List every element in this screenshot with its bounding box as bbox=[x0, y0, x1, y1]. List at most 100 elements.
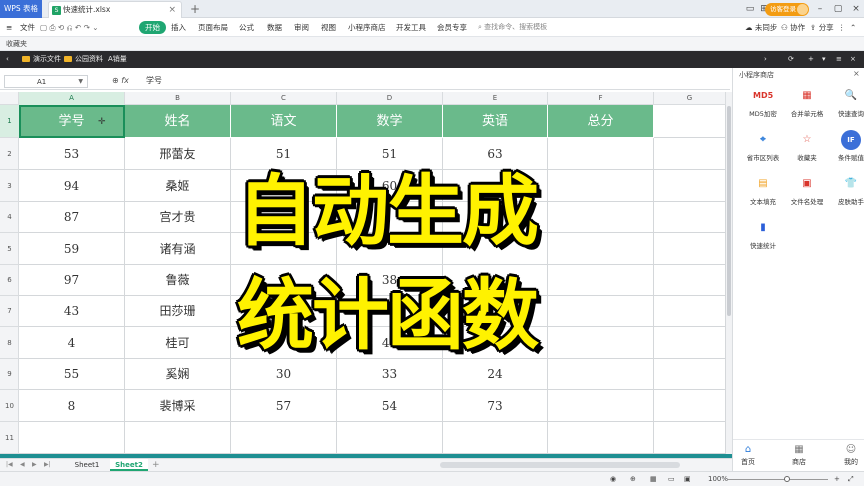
tab-formula[interactable]: 公式 bbox=[239, 18, 254, 37]
table-cell[interactable]: 87 bbox=[19, 202, 125, 233]
table-cell[interactable]: 邢蕾友 bbox=[125, 138, 231, 170]
row-header-4[interactable]: 4 bbox=[0, 202, 19, 233]
zoom-slider-knob[interactable] bbox=[784, 476, 790, 482]
empty-cell[interactable] bbox=[654, 138, 726, 170]
table-cell[interactable]: 73 bbox=[443, 390, 548, 422]
tab-home[interactable]: 开始 bbox=[139, 21, 166, 34]
zoom-in-icon[interactable]: + bbox=[834, 472, 840, 486]
name-box[interactable]: A1 ▼ bbox=[4, 75, 88, 88]
table-cell[interactable] bbox=[443, 202, 548, 233]
panel-nav-store[interactable]: ▦ 商店 bbox=[784, 444, 814, 467]
table-cell[interactable]: 54 bbox=[337, 390, 443, 422]
table-cell[interactable]: 诸有涵 bbox=[125, 233, 231, 265]
spreadsheet-grid[interactable]: 学号 姓名 语文 数学 英语 总分 53 邢蕾友 51 51 63 94 桑姬 60 87 宫才贵 59 诸有涵 9… bbox=[19, 105, 726, 454]
table-cell[interactable] bbox=[548, 202, 654, 233]
empty-cell[interactable] bbox=[548, 422, 654, 454]
table-cell[interactable]: 60 bbox=[337, 170, 443, 202]
refresh-icon[interactable]: ⟳ bbox=[788, 51, 794, 68]
table-cell[interactable]: 裴博采 bbox=[125, 390, 231, 422]
reading-mode-icon[interactable]: ▣ bbox=[684, 472, 691, 486]
panel-item[interactable]: ▣ 文件名处理 bbox=[785, 174, 829, 214]
row-header-7[interactable]: 7 bbox=[0, 296, 19, 327]
document-tab[interactable]: S 快速统计.xlsx × bbox=[48, 1, 182, 18]
table-cell[interactable]: 94 bbox=[19, 170, 125, 202]
tab-view[interactable]: 视图 bbox=[321, 18, 336, 37]
minimize-icon[interactable]: – bbox=[812, 0, 828, 18]
tab-review[interactable]: 审阅 bbox=[294, 18, 309, 37]
table-cell[interactable] bbox=[443, 233, 548, 265]
tab-insert[interactable]: 插入 bbox=[171, 18, 186, 37]
panel-item[interactable]: 🔍 快速查询 bbox=[829, 86, 864, 126]
scrollbar-thumb[interactable] bbox=[727, 106, 731, 316]
column-header-b[interactable]: B bbox=[125, 92, 231, 105]
panel-item[interactable]: ▦ 合并单元格 bbox=[785, 86, 829, 126]
column-header-a[interactable]: A bbox=[19, 92, 125, 105]
row-header-10[interactable]: 10 bbox=[0, 390, 19, 422]
table-cell[interactable] bbox=[337, 233, 443, 265]
table-cell[interactable]: 59 bbox=[19, 233, 125, 265]
column-header-c[interactable]: C bbox=[231, 92, 337, 105]
page-layout-icon[interactable]: ▦ bbox=[650, 472, 657, 486]
new-tab-icon[interactable]: + bbox=[190, 0, 200, 18]
sheet-tab-1[interactable]: Sheet1 bbox=[68, 459, 106, 471]
empty-cell[interactable] bbox=[654, 422, 726, 454]
bookmark-item-3[interactable]: A销量 bbox=[108, 51, 127, 68]
more-icon[interactable]: ⋮ bbox=[838, 18, 846, 37]
table-cell[interactable]: 55 bbox=[19, 359, 125, 390]
command-search[interactable]: ⌕ 查找命令、搜索模板 bbox=[478, 21, 568, 34]
empty-cell[interactable] bbox=[654, 327, 726, 359]
table-cell[interactable] bbox=[443, 265, 548, 296]
add-bookmark-icon[interactable]: + bbox=[808, 51, 814, 68]
table-cell[interactable]: 63 bbox=[443, 138, 548, 170]
table-cell[interactable] bbox=[231, 170, 337, 202]
favorites-label[interactable]: 收藏夹 bbox=[6, 40, 27, 48]
empty-cell[interactable] bbox=[654, 265, 726, 296]
table-cell[interactable]: 鲁薇 bbox=[125, 265, 231, 296]
table-cell[interactable]: 97 bbox=[19, 265, 125, 296]
collab-button[interactable]: ⚇ 协作 bbox=[781, 18, 805, 37]
panel-item[interactable]: IF 条件赋值 bbox=[829, 130, 864, 170]
fullscreen-icon[interactable]: ⤢ bbox=[848, 472, 854, 486]
table-cell[interactable]: 8 bbox=[19, 390, 125, 422]
table-cell[interactable] bbox=[443, 296, 548, 327]
layout-normal-icon[interactable]: ⊕ bbox=[630, 472, 636, 486]
table-cell[interactable]: 奚娴 bbox=[125, 359, 231, 390]
bookmark-list-icon[interactable]: ≡ bbox=[836, 51, 842, 68]
empty-cell[interactable] bbox=[19, 422, 125, 454]
table-cell[interactable] bbox=[231, 296, 337, 327]
eye-icon[interactable]: ◉ bbox=[610, 472, 616, 486]
tab-page-layout[interactable]: 页面布局 bbox=[198, 18, 228, 37]
row-header-8[interactable]: 8 bbox=[0, 327, 19, 359]
quick-tools-icon[interactable]: ▢ ⎙ ⟲ ⎌ ↶ ↷ ⌄ bbox=[40, 18, 99, 37]
menu-file[interactable]: 文件 bbox=[20, 18, 35, 37]
row-header-5[interactable]: 5 bbox=[0, 233, 19, 265]
next-sheet-icon[interactable]: ▶ bbox=[32, 459, 37, 471]
first-sheet-icon[interactable]: |◀ bbox=[6, 459, 13, 471]
panel-nav-mine[interactable]: ☺ 我的 bbox=[836, 444, 864, 467]
prev-sheet-icon[interactable]: ◀ bbox=[20, 459, 25, 471]
table-cell[interactable] bbox=[548, 359, 654, 390]
table-cell[interactable]: 44 bbox=[337, 327, 443, 359]
header-cell[interactable]: 数学 bbox=[337, 105, 443, 138]
share-button[interactable]: ⇪ 分享 bbox=[810, 18, 834, 37]
empty-cell[interactable] bbox=[443, 422, 548, 454]
row-header-3[interactable]: 3 bbox=[0, 170, 19, 202]
table-cell[interactable]: 24 bbox=[443, 359, 548, 390]
last-sheet-icon[interactable]: ▶| bbox=[44, 459, 51, 471]
table-cell[interactable]: 桑姬 bbox=[125, 170, 231, 202]
table-cell[interactable]: 田莎珊 bbox=[125, 296, 231, 327]
table-cell[interactable] bbox=[548, 296, 654, 327]
empty-cell[interactable] bbox=[654, 105, 726, 138]
close-window-icon[interactable]: × bbox=[848, 0, 864, 18]
table-cell[interactable] bbox=[548, 265, 654, 296]
table-cell[interactable] bbox=[548, 327, 654, 359]
back-icon[interactable]: ‹ bbox=[6, 51, 9, 68]
panel-item[interactable]: 👕 皮肤助手 bbox=[829, 174, 864, 214]
table-cell[interactable] bbox=[548, 138, 654, 170]
row-header-6[interactable]: 6 bbox=[0, 265, 19, 296]
table-cell[interactable]: 4 bbox=[19, 327, 125, 359]
panel-item[interactable]: ▤ 文本填充 bbox=[741, 174, 785, 214]
empty-cell[interactable] bbox=[654, 390, 726, 422]
add-sheet-icon[interactable]: + bbox=[152, 459, 160, 471]
horizontal-scrollbar[interactable] bbox=[440, 462, 680, 468]
